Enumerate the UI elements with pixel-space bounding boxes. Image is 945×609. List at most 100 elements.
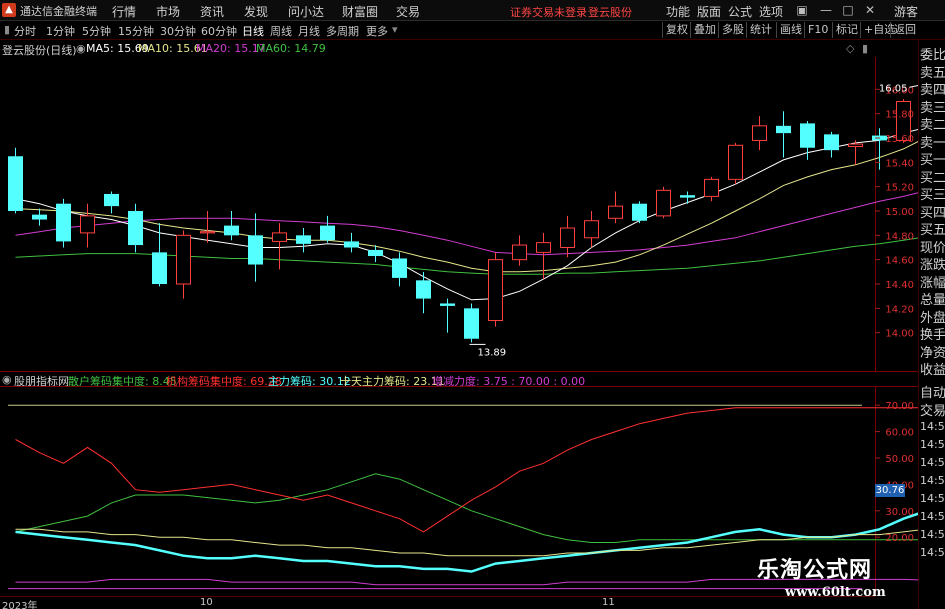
candle [80, 203, 95, 248]
period-multi[interactable]: 多周期 [326, 23, 359, 39]
ma-toggle-icon[interactable]: ◉ [76, 42, 86, 55]
price-tick-label: 14.80 [885, 231, 914, 242]
candle [8, 147, 23, 214]
candle [608, 191, 623, 224]
quote-label: 净资 [920, 345, 945, 361]
tick-time: 14:55 [920, 438, 945, 451]
menu-quotes[interactable]: 行情 [112, 3, 136, 20]
candle [464, 303, 479, 343]
period-intraday[interactable]: 分时 [14, 23, 36, 39]
back-button[interactable]: 返回 [890, 22, 919, 38]
menu-formula[interactable]: 公式 [728, 3, 752, 20]
close-icon[interactable]: ✕ [862, 2, 878, 18]
period-weekly[interactable]: 周线 [270, 23, 292, 39]
menu-options[interactable]: 选项 [759, 3, 783, 20]
quote-label: 卖一 [920, 135, 945, 151]
indicator-toggle-icon[interactable]: ◉ [2, 373, 12, 386]
menu-function[interactable]: 功能 [666, 3, 690, 20]
menu-wealth[interactable]: 财富圈 [342, 3, 378, 20]
candle-body-down [320, 225, 335, 241]
period-60min[interactable]: 60分钟 [201, 23, 237, 39]
candle [776, 111, 791, 158]
stock-name: 登云股份(日线) [2, 44, 77, 57]
settings-icon[interactable]: ▣ [794, 2, 810, 18]
menu-trade[interactable]: 交易 [396, 3, 420, 20]
period-1min[interactable]: 1分钟 [46, 23, 75, 39]
price-tick-label: 14.00 [885, 329, 914, 340]
overlay-button[interactable]: 叠加 [690, 22, 719, 38]
indicator-tick-label: 50.00 [885, 454, 914, 465]
candle [752, 116, 767, 151]
auto-trade-label[interactable]: 自动 [920, 382, 945, 401]
multi-stock-button[interactable]: 多股 [718, 22, 747, 38]
f10-button[interactable]: F10 [804, 22, 831, 38]
period-5min[interactable]: 5分钟 [82, 23, 111, 39]
menu-market[interactable]: 市场 [156, 3, 180, 20]
candle-body-down [800, 123, 815, 148]
candle-body-up [536, 242, 551, 253]
candle-body-down [56, 203, 71, 242]
candle-body-down [104, 193, 119, 207]
auto-trade-label[interactable]: 交易 [920, 400, 945, 419]
candle [824, 131, 839, 158]
candle [32, 208, 47, 226]
menu-layout[interactable]: 版面 [697, 3, 721, 20]
candle-body-up [272, 232, 287, 242]
candle-body-up [656, 189, 671, 217]
quote-label: 委比 [920, 48, 945, 63]
quote-label: 涨幅 [920, 275, 945, 291]
candle-body-up [560, 227, 575, 249]
indicator-series-line [15, 473, 918, 543]
period-more[interactable]: 更多 [366, 23, 388, 39]
candle-body-down [152, 252, 167, 284]
tick-time: 14:56 [920, 528, 945, 541]
quote-label: 买四 [920, 205, 945, 221]
adjust-button[interactable]: 复权 [662, 22, 691, 38]
period-30min[interactable]: 30分钟 [160, 23, 196, 39]
current-value-tag: 30.76 [875, 484, 905, 497]
candle [848, 140, 863, 165]
draw-line-button[interactable]: 画线 [776, 22, 805, 38]
title-bar: ▲ 通达信金融终端 行情 市场 资讯 发现 问小达 财富圈 交易 证券交易未登录… [0, 0, 945, 21]
candle [320, 215, 335, 243]
period-15min[interactable]: 15分钟 [118, 23, 154, 39]
menu-ask[interactable]: 问小达 [288, 3, 324, 20]
diamond-icon[interactable]: ◇ [846, 42, 854, 55]
watermark-title: 乐淘公式网 [757, 558, 873, 583]
chart-settings-icon[interactable]: ▮ [862, 42, 868, 55]
candle [176, 230, 191, 299]
candle [512, 235, 527, 266]
current-stock-link[interactable]: 登云股份 [588, 4, 632, 20]
candle [536, 232, 551, 280]
indicator-tick-label: 30.00 [885, 507, 914, 518]
quote-label: 买三 [920, 188, 945, 203]
period-monthly[interactable]: 月线 [298, 23, 320, 39]
indicator-series-line [15, 407, 918, 533]
menu-discover[interactable]: 发现 [244, 3, 268, 20]
mark-button[interactable]: 标记 [832, 22, 861, 38]
price-tick-label: 15.80 [885, 110, 914, 121]
more-chevron-icon[interactable]: ▾ [392, 23, 398, 36]
ma5-line [15, 128, 918, 301]
candle-body-down [392, 258, 407, 278]
tick-time: 14:56 [920, 546, 945, 559]
candle-body-up [200, 231, 215, 234]
guest-user[interactable]: 游客 [894, 3, 918, 20]
stats-button[interactable]: 统计 [746, 22, 775, 38]
tick-time: 14:56 [920, 510, 945, 523]
quote-label: 收益 [920, 363, 945, 378]
minimize-icon[interactable]: — [818, 2, 834, 18]
quote-label: 涨跌 [920, 258, 945, 273]
menu-news[interactable]: 资讯 [200, 3, 224, 20]
candlestick-chart[interactable]: 14.00 14.20 14.40 14.60 14.80 15.00 15.20 15.40… [0, 57, 918, 372]
period-daily[interactable]: 日线 [242, 23, 264, 39]
candle-body-up [512, 244, 527, 261]
candle-body-up [752, 125, 767, 141]
period-toolbar: ▮ 分时 1分钟 5分钟 15分钟 30分钟 60分钟 日线 周线 月线 多周期… [0, 21, 945, 40]
ma60-line [15, 237, 918, 275]
candle-body-up [584, 220, 599, 239]
trade-login-notice[interactable]: 证券交易未登录 [510, 4, 587, 20]
candle [704, 176, 719, 202]
maximize-icon[interactable]: □ [840, 2, 856, 18]
candle [392, 252, 407, 287]
